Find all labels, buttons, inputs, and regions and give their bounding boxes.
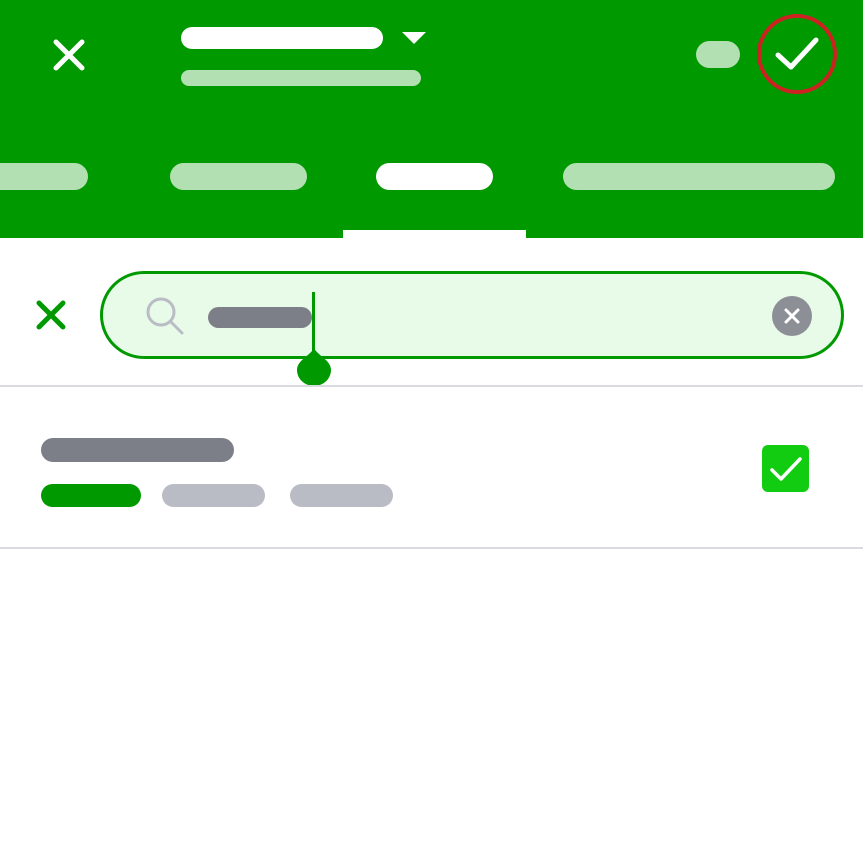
title-dropdown[interactable]	[397, 26, 431, 50]
item-tag-tertiary	[290, 484, 393, 507]
confirm-button[interactable]	[757, 14, 837, 94]
search-close-button[interactable]	[26, 290, 76, 340]
app-bar	[0, 0, 863, 238]
close-icon	[53, 39, 85, 71]
item-tag-primary	[41, 484, 141, 507]
search-input[interactable]	[100, 271, 844, 386]
list-item[interactable]	[0, 387, 863, 547]
tab-2[interactable]	[170, 163, 307, 190]
app-root	[0, 0, 863, 863]
item-checkbox[interactable]	[762, 445, 809, 492]
text-cursor	[312, 292, 315, 352]
checkmark-icon	[769, 456, 802, 481]
item-title-placeholder	[41, 438, 234, 462]
tab-1[interactable]	[0, 163, 88, 190]
caret-down-icon	[402, 32, 426, 44]
text-selection-handle[interactable]	[297, 348, 331, 386]
title-placeholder	[181, 27, 383, 49]
tab-4[interactable]	[563, 163, 835, 190]
close-button[interactable]	[44, 30, 94, 80]
search-query-placeholder	[208, 307, 312, 328]
divider	[0, 547, 863, 549]
tab-3-active[interactable]	[376, 163, 493, 190]
close-icon	[36, 300, 66, 330]
clear-circle-icon	[784, 308, 800, 324]
toggle-chip[interactable]	[696, 41, 740, 68]
item-tag-secondary	[162, 484, 265, 507]
magnifier-icon	[146, 297, 184, 335]
checkmark-icon	[775, 37, 819, 70]
active-tab-indicator	[343, 230, 526, 238]
subtitle-placeholder	[181, 70, 421, 86]
clear-search-button[interactable]	[772, 296, 812, 336]
